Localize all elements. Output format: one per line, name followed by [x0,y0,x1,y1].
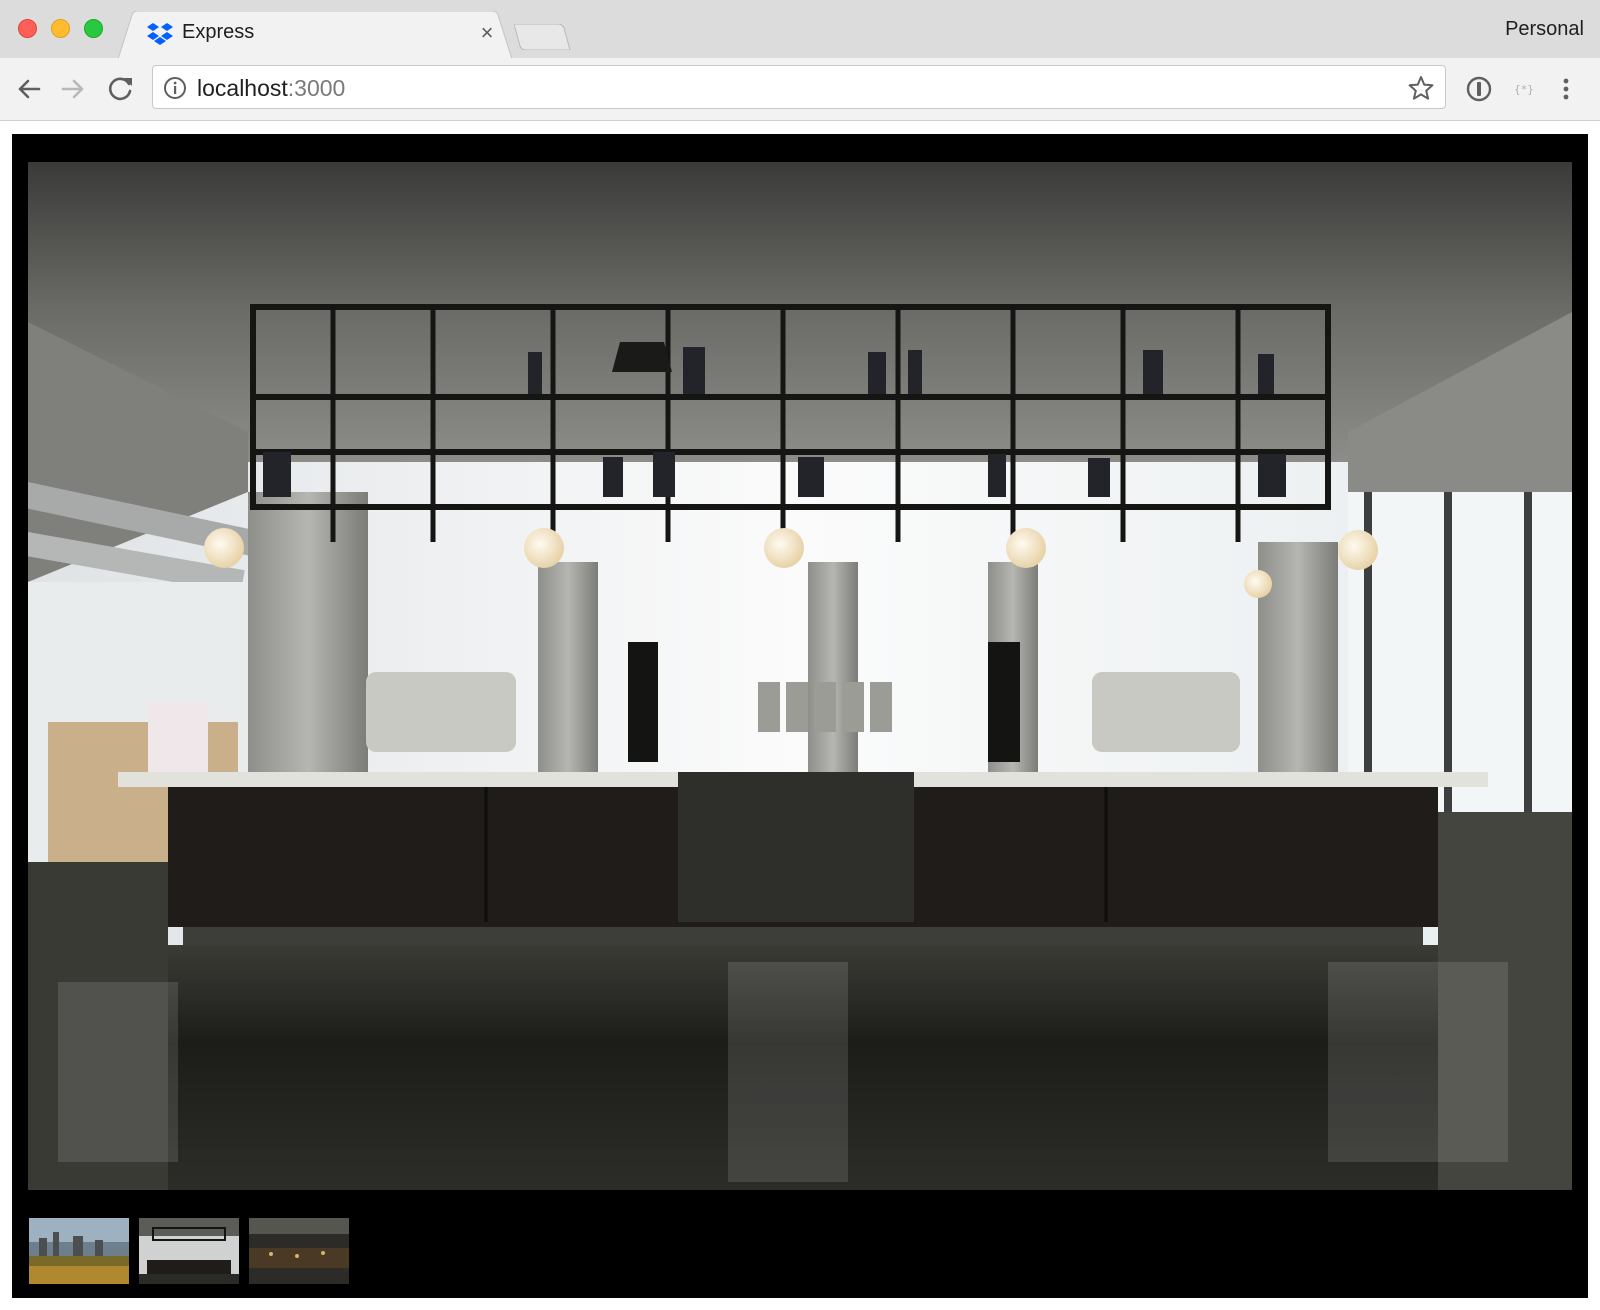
tab-express[interactable] [118,11,520,59]
dropbox-icon [146,22,174,46]
tab-strip: Express × Personal [0,0,1600,59]
back-arrow-icon[interactable] [12,72,46,106]
star-icon[interactable] [1407,74,1435,102]
svg-text:{*}: {*} [1514,83,1534,96]
minimize-window-button[interactable] [51,19,70,38]
extension-icon[interactable]: {*} [1510,74,1540,104]
reload-icon[interactable] [104,72,138,106]
info-icon[interactable] [163,76,187,100]
forward-arrow-icon[interactable] [56,72,90,106]
image-viewer [12,134,1588,1298]
zoom-window-button[interactable] [84,19,103,38]
thumbnail-city-skyline[interactable] [29,1218,129,1284]
url-port: :3000 [287,75,346,101]
thumbnail-cafe-interior[interactable] [139,1218,239,1284]
url-text[interactable]: localhost:3000 [197,75,345,102]
profile-name[interactable]: Personal [1505,18,1584,41]
tab-title: Express [182,21,255,43]
main-photo [28,162,1572,1190]
onepassword-icon[interactable] [1464,74,1494,104]
address-bar[interactable]: localhost:3000 [152,65,1446,109]
thumbnail-dark-restaurant[interactable] [249,1218,349,1284]
close-window-button[interactable] [18,19,37,38]
tab-close-icon[interactable]: × [476,22,498,44]
kebab-menu-icon[interactable] [1556,74,1576,104]
url-host: localhost [197,75,288,101]
new-tab-button[interactable] [513,23,572,51]
browser-toolbar: localhost:3000 {*} [0,58,1600,121]
